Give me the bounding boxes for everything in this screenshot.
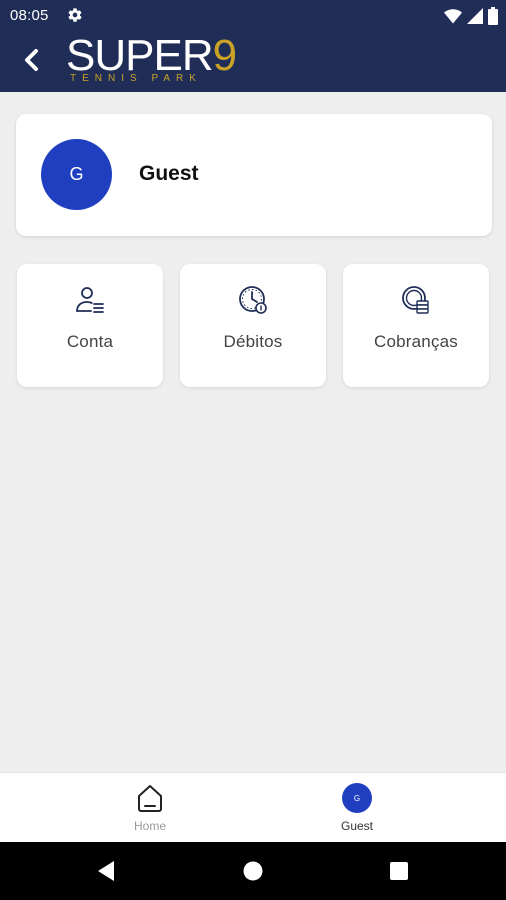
nav-avatar-letter: G bbox=[353, 793, 361, 803]
status-bar: 08:05 bbox=[0, 0, 506, 32]
back-button[interactable] bbox=[16, 44, 46, 76]
nav-home-label: Home bbox=[133, 819, 166, 833]
logo-digit: 9 bbox=[212, 31, 238, 80]
home-icon bbox=[138, 785, 162, 812]
nav-home[interactable]: Home bbox=[90, 773, 210, 843]
status-time: 08:05 bbox=[10, 7, 49, 24]
app-header: 08:05 SUPER9 TENNIS PARK bbox=[0, 0, 506, 92]
tile-label-conta: Conta bbox=[66, 332, 114, 351]
home-circle-icon bbox=[243, 861, 263, 881]
user-list-icon bbox=[76, 287, 104, 313]
coins-stack-icon bbox=[402, 286, 429, 314]
nav-guest-label: Guest bbox=[340, 819, 373, 833]
avatar: G bbox=[41, 139, 112, 210]
tile-label-cobrancas: Cobranças bbox=[373, 332, 458, 351]
system-back-button[interactable] bbox=[76, 842, 136, 900]
nav-guest[interactable]: G Guest bbox=[297, 773, 417, 843]
system-recents-button[interactable] bbox=[369, 842, 429, 900]
status-icons bbox=[444, 6, 498, 26]
battery-icon bbox=[488, 7, 498, 25]
tile-cobrancas[interactable]: Cobranças bbox=[343, 264, 489, 387]
profile-card: G Guest bbox=[16, 114, 492, 236]
wifi-icon bbox=[444, 9, 462, 24]
clock-coin-icon bbox=[239, 286, 267, 314]
logo-subtitle: TENNIS PARK bbox=[70, 73, 202, 84]
signal-icon bbox=[467, 8, 483, 24]
bottom-nav: Home G Guest bbox=[0, 772, 506, 842]
system-home-button[interactable] bbox=[223, 842, 283, 900]
profile-name: Guest bbox=[139, 162, 199, 185]
recents-square-icon bbox=[390, 862, 408, 880]
super9-logo: SUPER9 TENNIS PARK bbox=[66, 31, 238, 88]
tile-debitos[interactable]: Débitos bbox=[180, 264, 326, 387]
back-triangle-icon bbox=[98, 861, 114, 881]
tile-label-debitos: Débitos bbox=[223, 332, 283, 351]
system-navigation-bar bbox=[0, 842, 506, 900]
settings-gear-icon bbox=[68, 8, 82, 22]
avatar: G bbox=[342, 783, 372, 813]
avatar-letter: G bbox=[69, 164, 84, 184]
chevron-left-icon bbox=[25, 49, 38, 71]
tile-conta[interactable]: Conta bbox=[17, 264, 163, 387]
